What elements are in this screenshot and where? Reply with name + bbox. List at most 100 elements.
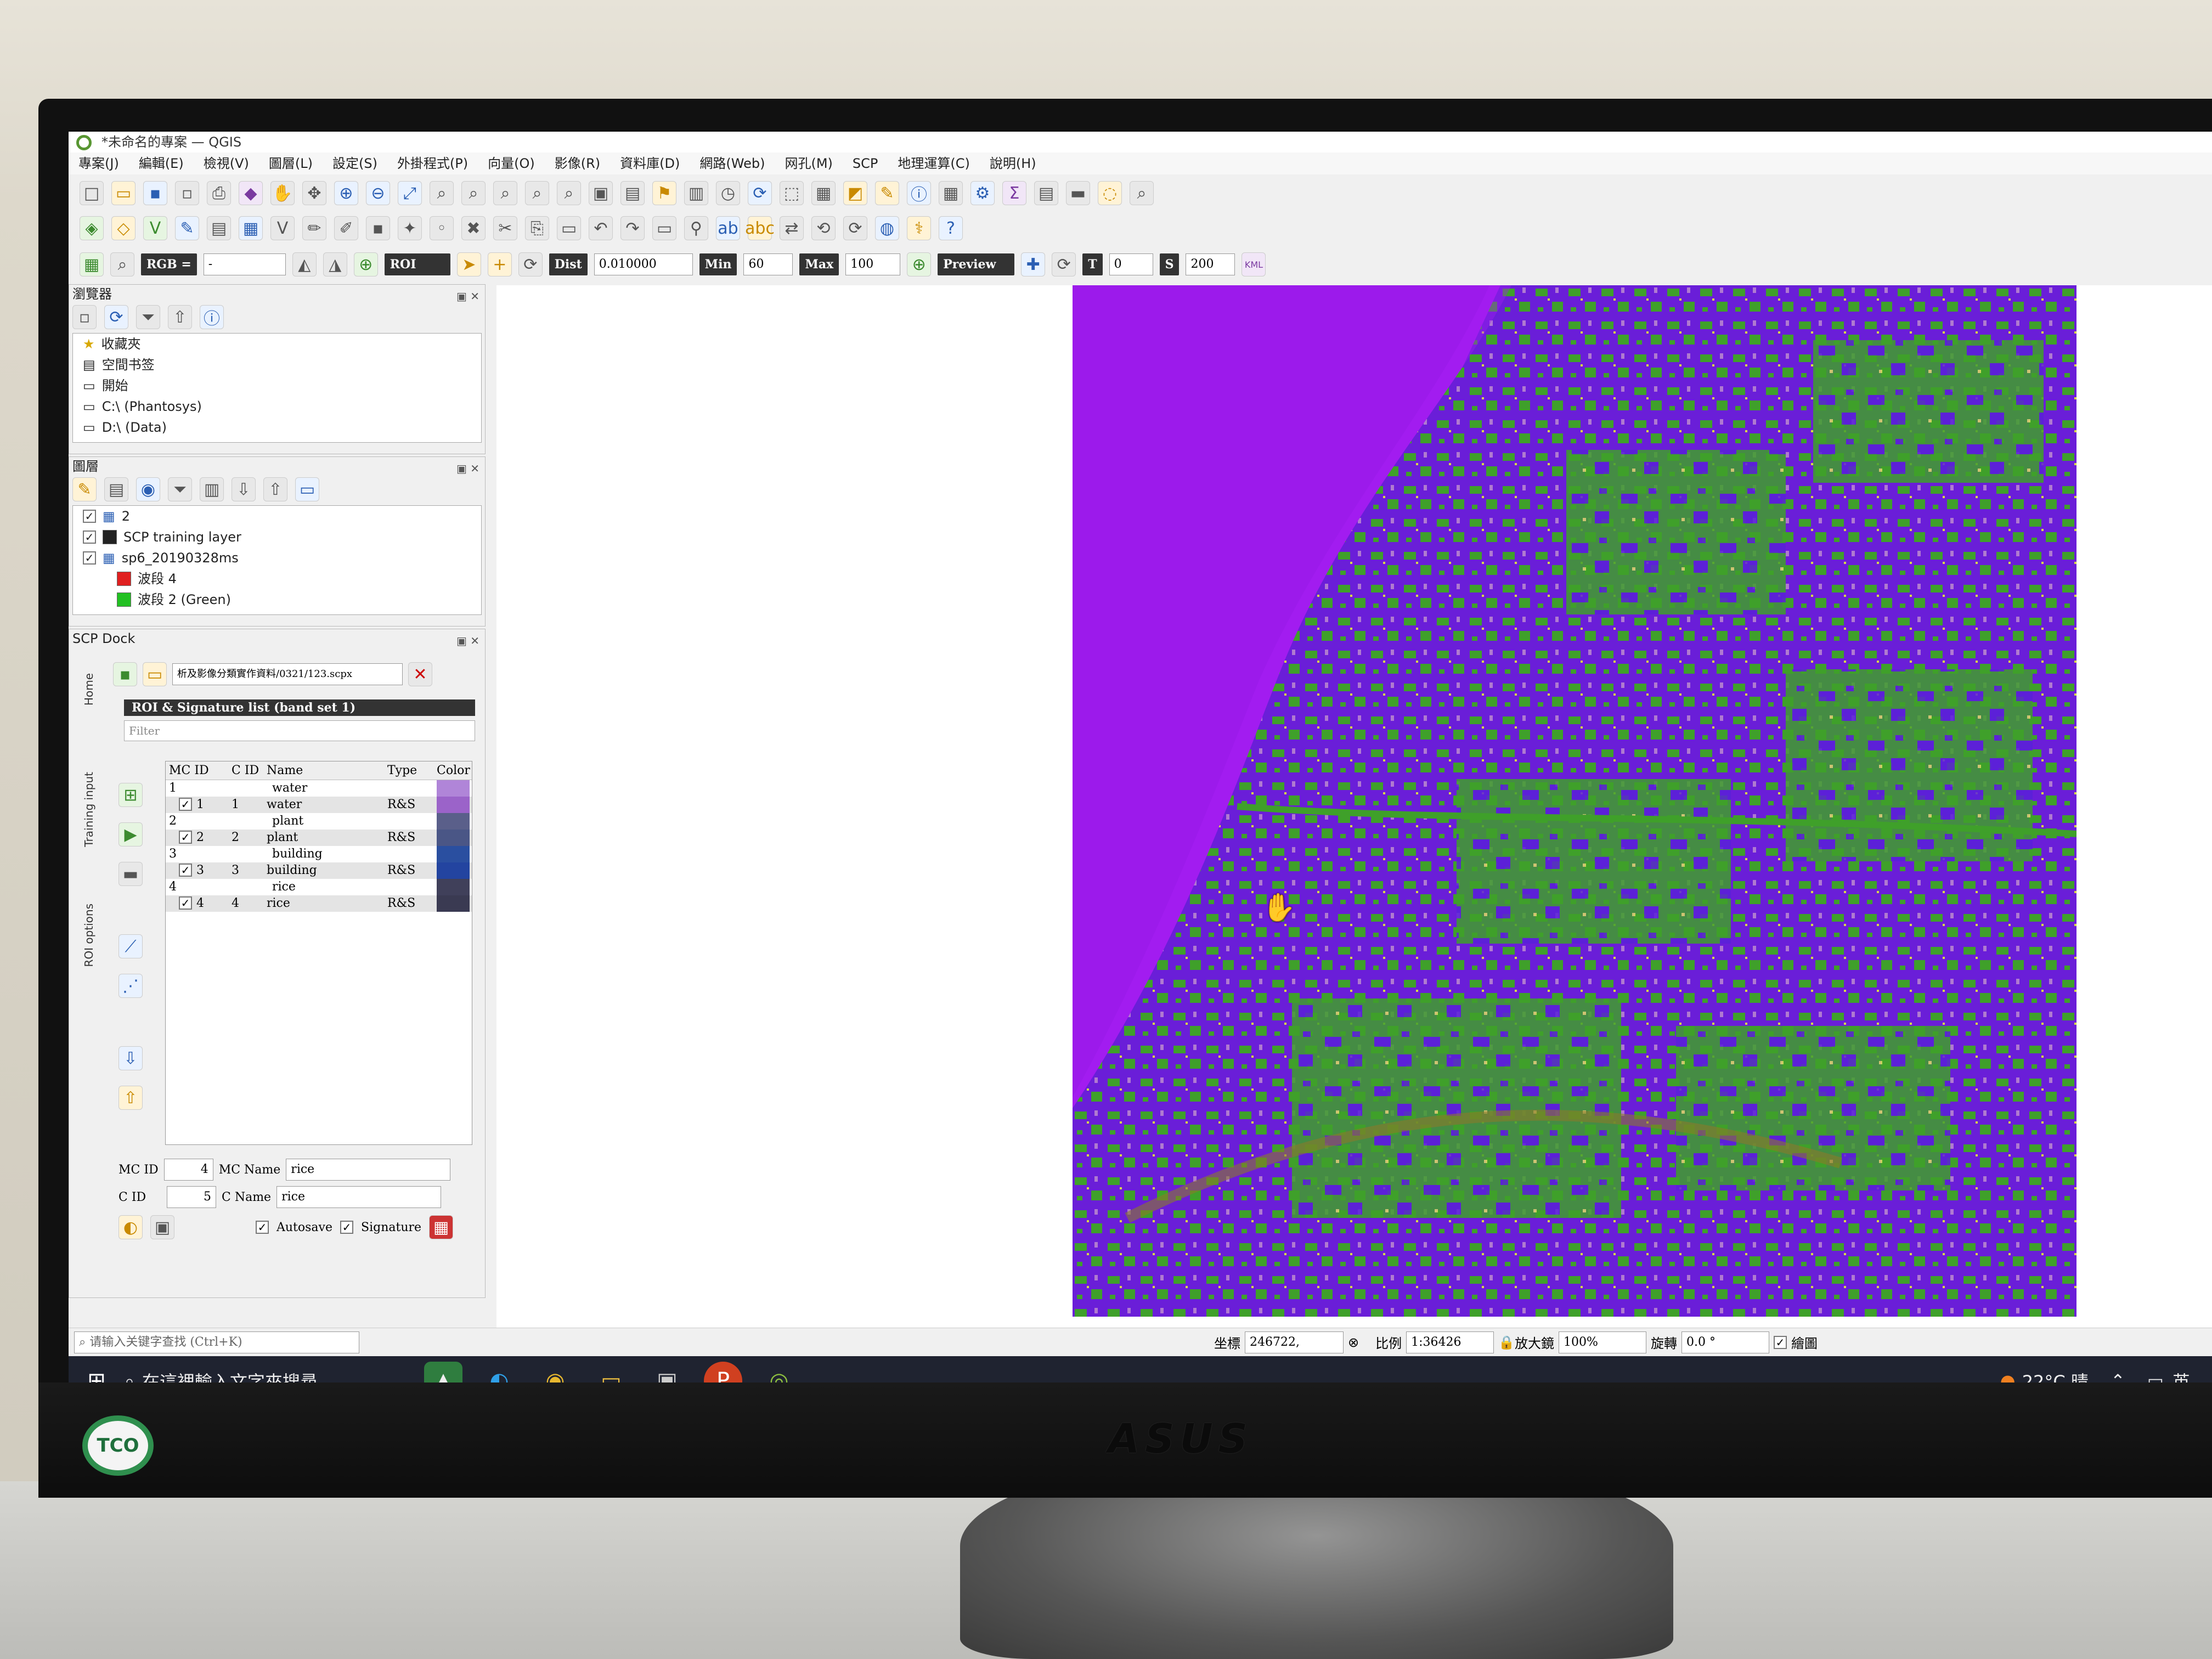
widgets-icon[interactable]: ▲ [424,1362,462,1383]
color-swatch[interactable] [437,879,470,895]
filter-input[interactable]: Filter [124,720,475,741]
delete-signature-icon[interactable]: ▬ [119,862,143,886]
collapse-all-icon[interactable]: ⇧ [263,477,287,501]
scatter-plot-icon[interactable]: ⋰ [119,974,143,998]
new-3d-view-icon[interactable]: ▤ [620,181,645,205]
cut-icon[interactable]: ✂ [493,216,517,240]
zoom-full-icon[interactable]: ⤢ [398,181,422,205]
magnifier-input[interactable]: 100% [1559,1331,1646,1353]
rgb-combo[interactable]: - [203,253,286,275]
column-type[interactable]: Type [387,761,437,780]
signature-row[interactable]: ✓ 1 1 water R&S [166,797,472,813]
open-training-file-icon[interactable]: ▭ [143,662,167,686]
layer-checkbox[interactable]: ✓ [83,510,96,523]
name-cell[interactable]: water [267,797,387,813]
delete-feature-icon[interactable]: ✖ [461,216,486,240]
add-raster-icon[interactable]: ▦ [239,216,263,240]
macroclass-row[interactable]: 2 plant [166,813,472,830]
new-project-icon[interactable]: □ [80,181,104,205]
macroclass-row[interactable]: 4 rice [166,879,472,895]
identify-icon[interactable]: ⓘ [907,181,931,205]
preview-button[interactable]: Preview [938,253,1015,275]
coord-toggle-icon[interactable]: ⊗ [1348,1335,1359,1350]
scp-zoom-icon[interactable]: ⌕ [110,252,134,276]
save-roi-icon[interactable]: ▦ [429,1215,454,1239]
t-input[interactable]: 0 [1109,253,1153,275]
show-bookmarks-icon[interactable]: ▥ [684,181,708,205]
terminal-icon[interactable]: ▣ [648,1362,686,1383]
visibility-eye-icon[interactable]: ◉ [136,477,160,501]
chrome-browser-icon[interactable]: ◉ [536,1362,574,1383]
preview-zoom-icon[interactable]: ⊕ [907,252,932,276]
color-swatch[interactable] [437,862,470,879]
menu-scp[interactable]: SCP [853,153,878,174]
style-manager-icon[interactable]: ◆ [239,181,263,205]
scp-main-icon[interactable]: ▦ [80,252,104,276]
undo-save-icon[interactable]: ▣ [150,1215,174,1239]
scp-brighten-icon[interactable]: ◭ [292,252,317,276]
ruler-icon[interactable]: ▬ [1066,181,1090,205]
panel-close-icon[interactable]: ▣ ✕ [456,631,479,650]
panel-close-icon[interactable]: ▣ ✕ [456,287,479,306]
add-layer-icon[interactable]: ◇ [111,216,136,240]
bookmark-icon[interactable]: ⚑ [652,181,676,205]
add-csv-icon[interactable]: ▤ [207,216,231,240]
signature-row[interactable]: ✓ 2 2 plant R&S [166,830,472,846]
color-swatch[interactable] [437,895,470,912]
browser-item[interactable]: ▭ D:\ (Data) [73,417,481,438]
pan-icon[interactable]: ✋ [270,181,295,205]
mc-name-input[interactable]: rice [286,1159,451,1181]
qgis-taskbar-icon[interactable]: ◎ [760,1362,798,1383]
attribute-table-icon[interactable]: ▦ [939,181,963,205]
tab-training-input[interactable]: Training input [82,772,95,847]
menu-edit[interactable]: 編輯(E) [139,153,184,174]
signature-checkbox[interactable]: ✓ [340,1221,353,1234]
add-vector-icon[interactable]: V [143,216,167,240]
expand-all-icon[interactable]: ⇩ [232,477,256,501]
add-selected-icon[interactable]: ▫ [72,305,97,329]
edge-browser-icon[interactable]: ◐ [480,1362,518,1383]
zoom-in-icon[interactable]: ⊕ [334,181,358,205]
min-input[interactable]: 60 [743,253,793,275]
color-swatch[interactable] [437,830,470,846]
help-icon[interactable]: ? [939,216,963,240]
data-source-icon[interactable]: ◈ [80,216,104,240]
c-name-input[interactable]: rice [276,1186,442,1208]
preview-plus-icon[interactable]: ✚ [1021,252,1046,276]
label-layer-icon[interactable]: abc [745,216,775,240]
macroclass-row[interactable]: 1 water [166,780,472,797]
color-swatch[interactable] [437,813,470,830]
tips-icon[interactable]: ◌ [1098,181,1122,205]
column-color[interactable]: Color [437,761,470,780]
layer-item[interactable]: ✓ ▦ sp6_20190328ms [73,548,481,568]
layer-item[interactable]: ✓ SCP training layer [73,527,481,548]
menu-view[interactable]: 檢視(V) [204,153,249,174]
browser-item[interactable]: ▭ 開始 [73,375,481,396]
spectral-plot-icon[interactable]: ⟋ [119,934,143,958]
color-swatch[interactable] [437,846,470,862]
label-rotate-icon[interactable]: ⟲ [811,216,836,240]
ime-indicator[interactable]: 英 [2172,1368,2190,1383]
weather-text[interactable]: 22°C 晴 [2022,1368,2089,1383]
scale-input[interactable]: 1:36426 [1406,1331,1494,1353]
training-file-path[interactable]: 析及影像分類實作資料/0321/123.scpx [172,663,403,685]
c-id-input[interactable]: 5 [167,1186,216,1208]
scp-stretch-icon[interactable]: ◮ [323,252,347,276]
name-cell[interactable]: plant [267,830,387,846]
add-group-icon[interactable]: ▤ [104,477,128,501]
file-explorer-icon[interactable]: ▭ [592,1362,630,1383]
remove-file-icon[interactable]: ✕ [408,662,432,686]
powerpoint-icon[interactable]: P [704,1362,742,1383]
temporal-icon[interactable]: ◷ [716,181,740,205]
copy-icon[interactable]: ⎘ [525,216,549,240]
properties-icon[interactable]: ⓘ [200,305,224,329]
print-layout-icon[interactable]: ⎙ [207,181,231,205]
menu-project[interactable]: 專案(J) [78,153,119,174]
scp-roi-zoom-icon[interactable]: ⊕ [353,252,378,276]
tab-home[interactable]: Home [82,673,95,706]
paste-icon[interactable]: ▭ [557,216,581,240]
label-abc-icon[interactable]: ab [716,216,740,240]
rotation-input[interactable]: 0.0 ° [1681,1331,1769,1353]
browser-item[interactable]: ▤ 空間书签 [73,354,481,375]
dist-input[interactable]: 0.010000 [594,253,693,275]
